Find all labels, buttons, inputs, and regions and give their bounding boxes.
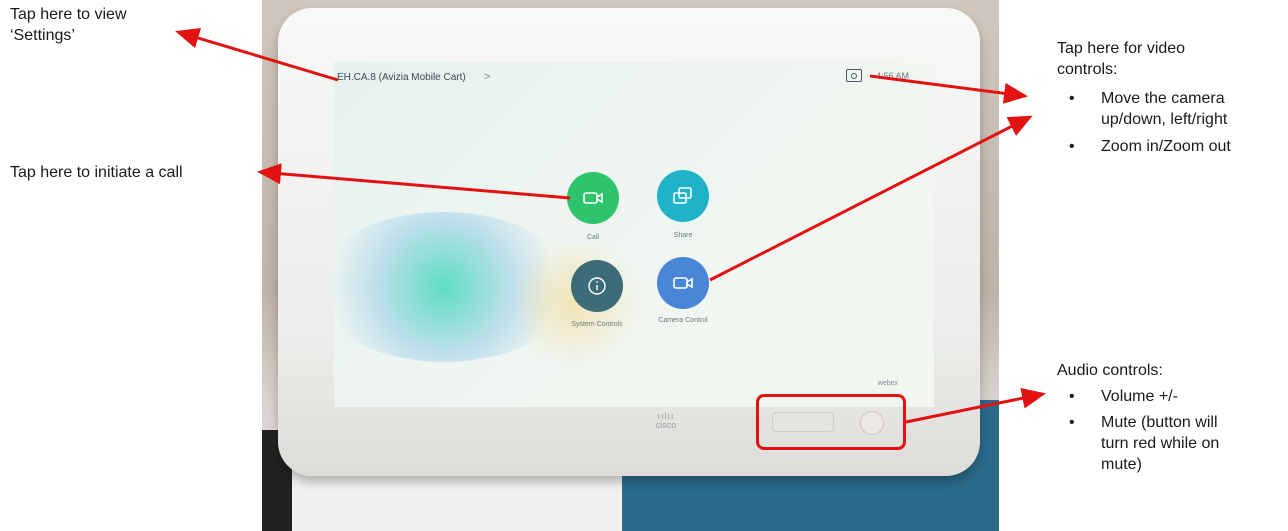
audio-note-heading: Audio controls:	[1057, 362, 1163, 379]
bullet-dot: •	[1069, 414, 1075, 431]
video-note-line2: controls:	[1057, 61, 1118, 78]
video-bullet-2: Zoom in/Zoom out	[1101, 138, 1231, 155]
settings-note-line1: Tap here to view	[10, 6, 127, 23]
video-bullet-1-line2: up/down, left/right	[1101, 111, 1228, 128]
bullet-dot: •	[1069, 138, 1075, 155]
audio-bullet-2: Mute (button will turn red while on mute…	[1101, 412, 1219, 475]
settings-note: Tap here to view ‘Settings’	[10, 4, 127, 46]
video-bullet-1: Move the camera up/down, left/right	[1101, 88, 1227, 130]
audio-bullet-2-line3: mute)	[1101, 456, 1142, 473]
video-bullet-1-line1: Move the camera	[1101, 90, 1225, 107]
camera-control-arrow	[709, 115, 1033, 282]
audio-bullet-2-line1: Mute (button will	[1101, 414, 1218, 431]
settings-note-line2: ‘Settings’	[10, 27, 75, 44]
video-note-line1: Tap here for video	[1057, 40, 1186, 57]
audio-arrow	[905, 387, 1046, 424]
audio-bullet-2-line2: turn red while on	[1101, 435, 1220, 452]
call-note: Tap here to initiate a call	[10, 164, 183, 181]
settings-arrow	[175, 27, 339, 82]
video-note: Tap here for video controls:	[1057, 38, 1185, 80]
bullet-dot: •	[1069, 90, 1075, 107]
bullet-dot: •	[1069, 388, 1075, 405]
video-indicator-arrow	[869, 74, 1028, 104]
audio-bullet-1: Volume +/-	[1101, 388, 1178, 405]
call-arrow	[257, 163, 571, 200]
